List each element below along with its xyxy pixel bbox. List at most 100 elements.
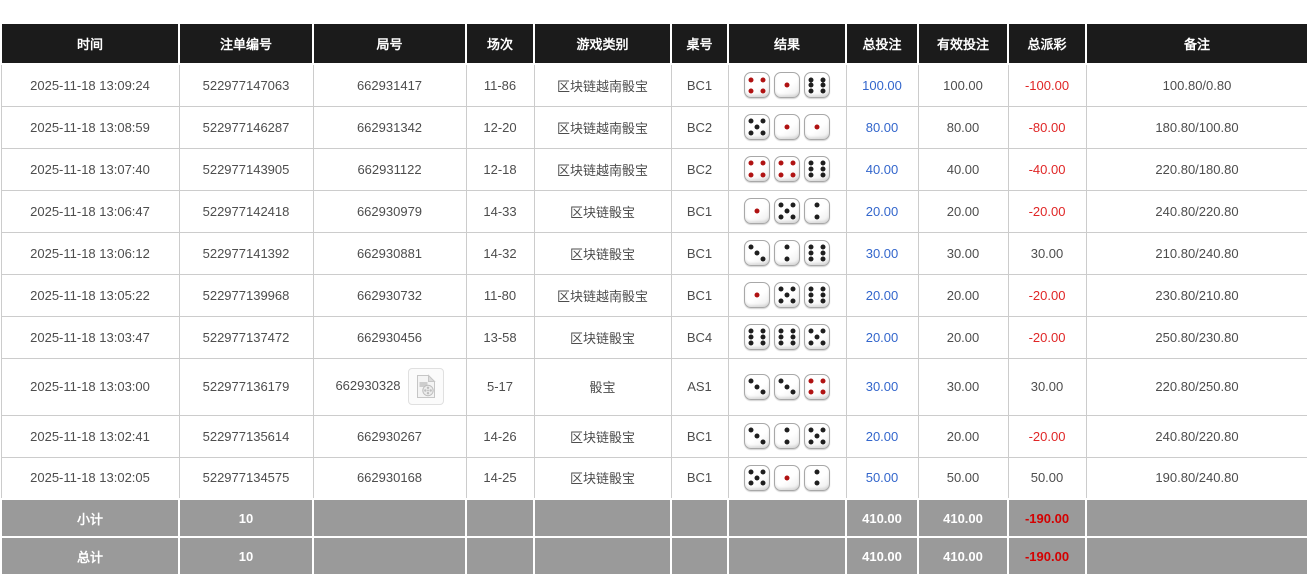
session-cell: 5-17 xyxy=(466,358,534,415)
remark-cell: 210.80/240.80 xyxy=(1086,232,1307,274)
die-3-icon xyxy=(744,423,770,449)
result-cell xyxy=(728,415,846,457)
round-id-text: 662931122 xyxy=(357,162,421,177)
video-replay-icon xyxy=(416,387,436,402)
game-type-cell: 区块链骰宝 xyxy=(534,190,671,232)
bet-id-cell: 522977137472 xyxy=(179,316,313,358)
time-cell: 2025-11-18 13:03:00 xyxy=(1,358,179,415)
total-payout-cell: -20.00 xyxy=(1008,190,1086,232)
die-5-icon xyxy=(744,465,770,491)
session-cell: 14-32 xyxy=(466,232,534,274)
remark-cell: 190.80/240.80 xyxy=(1086,457,1307,499)
die-4-icon xyxy=(744,72,770,98)
table-no-cell: BC2 xyxy=(671,106,728,148)
die-3-icon xyxy=(744,374,770,400)
bet-id-cell: 522977141392 xyxy=(179,232,313,274)
col-header-table-no: 桌号 xyxy=(671,23,728,64)
result-cell xyxy=(728,106,846,148)
table-no-cell: BC1 xyxy=(671,64,728,106)
valid-bet-cell: 100.00 xyxy=(918,64,1008,106)
bet-id-cell: 522977135614 xyxy=(179,415,313,457)
col-header-valid-bet: 有效投注 xyxy=(918,23,1008,64)
die-2-icon xyxy=(804,198,830,224)
total-bet-cell: 50.00 xyxy=(846,457,918,499)
summary-session-cell xyxy=(466,499,534,537)
bet-records-panel: 时间 注单编号 局号 场次 游戏类别 桌号 结果 总投注 有效投注 总派彩 备注… xyxy=(0,0,1307,576)
die-6-icon xyxy=(804,72,830,98)
result-cell xyxy=(728,457,846,499)
round-id-text: 662931417 xyxy=(357,78,422,93)
table-no-cell: AS1 xyxy=(671,358,728,415)
time-cell: 2025-11-18 13:02:41 xyxy=(1,415,179,457)
summary-game-type-cell xyxy=(534,499,671,537)
total-bet-cell: 30.00 xyxy=(846,358,918,415)
round-id-text: 662930881 xyxy=(357,246,422,261)
remark-cell: 100.80/0.80 xyxy=(1086,64,1307,106)
session-cell: 14-33 xyxy=(466,190,534,232)
col-header-total-bet: 总投注 xyxy=(846,23,918,64)
col-header-time: 时间 xyxy=(1,23,179,64)
total-bet-cell: 20.00 xyxy=(846,274,918,316)
total-payout-cell: -20.00 xyxy=(1008,316,1086,358)
round-id-text: 662930456 xyxy=(357,330,422,345)
session-cell: 11-86 xyxy=(466,64,534,106)
total-payout-cell: -80.00 xyxy=(1008,106,1086,148)
die-1-icon xyxy=(774,465,800,491)
total-bet-cell: 80.00 xyxy=(846,106,918,148)
bet-id-cell: 522977136179 xyxy=(179,358,313,415)
table-row: 2025-11-18 13:08:59522977146287662931342… xyxy=(1,106,1307,148)
bet-id-cell: 522977146287 xyxy=(179,106,313,148)
col-header-session: 场次 xyxy=(466,23,534,64)
remark-cell: 220.80/250.80 xyxy=(1086,358,1307,415)
total-bet-cell: 20.00 xyxy=(846,190,918,232)
table-row: 2025-11-18 13:06:12522977141392 662930881… xyxy=(1,232,1307,274)
bet-id-cell: 522977147063 xyxy=(179,64,313,106)
total-payout-cell: -20.00 xyxy=(1008,274,1086,316)
result-cell xyxy=(728,274,846,316)
die-6-icon xyxy=(804,282,830,308)
valid-bet-cell: 20.00 xyxy=(918,415,1008,457)
session-cell: 14-25 xyxy=(466,457,534,499)
remark-cell: 230.80/210.80 xyxy=(1086,274,1307,316)
valid-bet-cell: 30.00 xyxy=(918,358,1008,415)
time-cell: 2025-11-18 13:07:40 xyxy=(1,148,179,190)
die-4-icon xyxy=(804,374,830,400)
time-cell: 2025-11-18 13:03:47 xyxy=(1,316,179,358)
game-type-cell: 区块链越南骰宝 xyxy=(534,106,671,148)
round-id-text: 662930168 xyxy=(357,470,422,485)
subtotal-row: 小计10410.00410.00-190.00 xyxy=(1,499,1307,537)
die-1-icon xyxy=(774,72,800,98)
die-4-icon xyxy=(774,156,800,182)
table-row: 2025-11-18 13:09:24522977147063662931417… xyxy=(1,64,1307,106)
table-no-cell: BC1 xyxy=(671,457,728,499)
total-payout-cell: -100.00 xyxy=(1008,64,1086,106)
result-cell xyxy=(728,358,846,415)
die-5-icon xyxy=(804,324,830,350)
round-id-cell: 662930881 xyxy=(313,232,466,274)
die-5-icon xyxy=(774,198,800,224)
summary-table-no-cell xyxy=(671,537,728,575)
die-1-icon xyxy=(804,114,830,140)
round-id-text: 662930328 xyxy=(335,378,400,393)
total-bet-cell: 100.00 xyxy=(846,64,918,106)
grand-total-row: 总计10410.00410.00-190.00 xyxy=(1,537,1307,575)
session-cell: 12-20 xyxy=(466,106,534,148)
total-payout-cell: 30.00 xyxy=(1008,232,1086,274)
summary-remark-cell xyxy=(1086,499,1307,537)
session-cell: 12-18 xyxy=(466,148,534,190)
table-row: 2025-11-18 13:02:05522977134575662930168… xyxy=(1,457,1307,499)
round-id-cell: 662930267 xyxy=(313,415,466,457)
round-id-cell: 662931122 xyxy=(313,148,466,190)
total-payout-cell: 50.00 xyxy=(1008,457,1086,499)
die-6-icon xyxy=(774,324,800,350)
total-payout-cell: -40.00 xyxy=(1008,148,1086,190)
table-summary: 小计10410.00410.00-190.00总计10410.00410.00-… xyxy=(1,499,1307,575)
video-replay-button[interactable] xyxy=(408,368,444,405)
time-cell: 2025-11-18 13:06:12 xyxy=(1,232,179,274)
bet-id-cell: 522977134575 xyxy=(179,457,313,499)
col-header-round-id: 局号 xyxy=(313,23,466,64)
remark-cell: 180.80/100.80 xyxy=(1086,106,1307,148)
bet-records-table: 时间 注单编号 局号 场次 游戏类别 桌号 结果 总投注 有效投注 总派彩 备注… xyxy=(0,22,1307,576)
remark-cell: 250.80/230.80 xyxy=(1086,316,1307,358)
table-no-cell: BC1 xyxy=(671,415,728,457)
